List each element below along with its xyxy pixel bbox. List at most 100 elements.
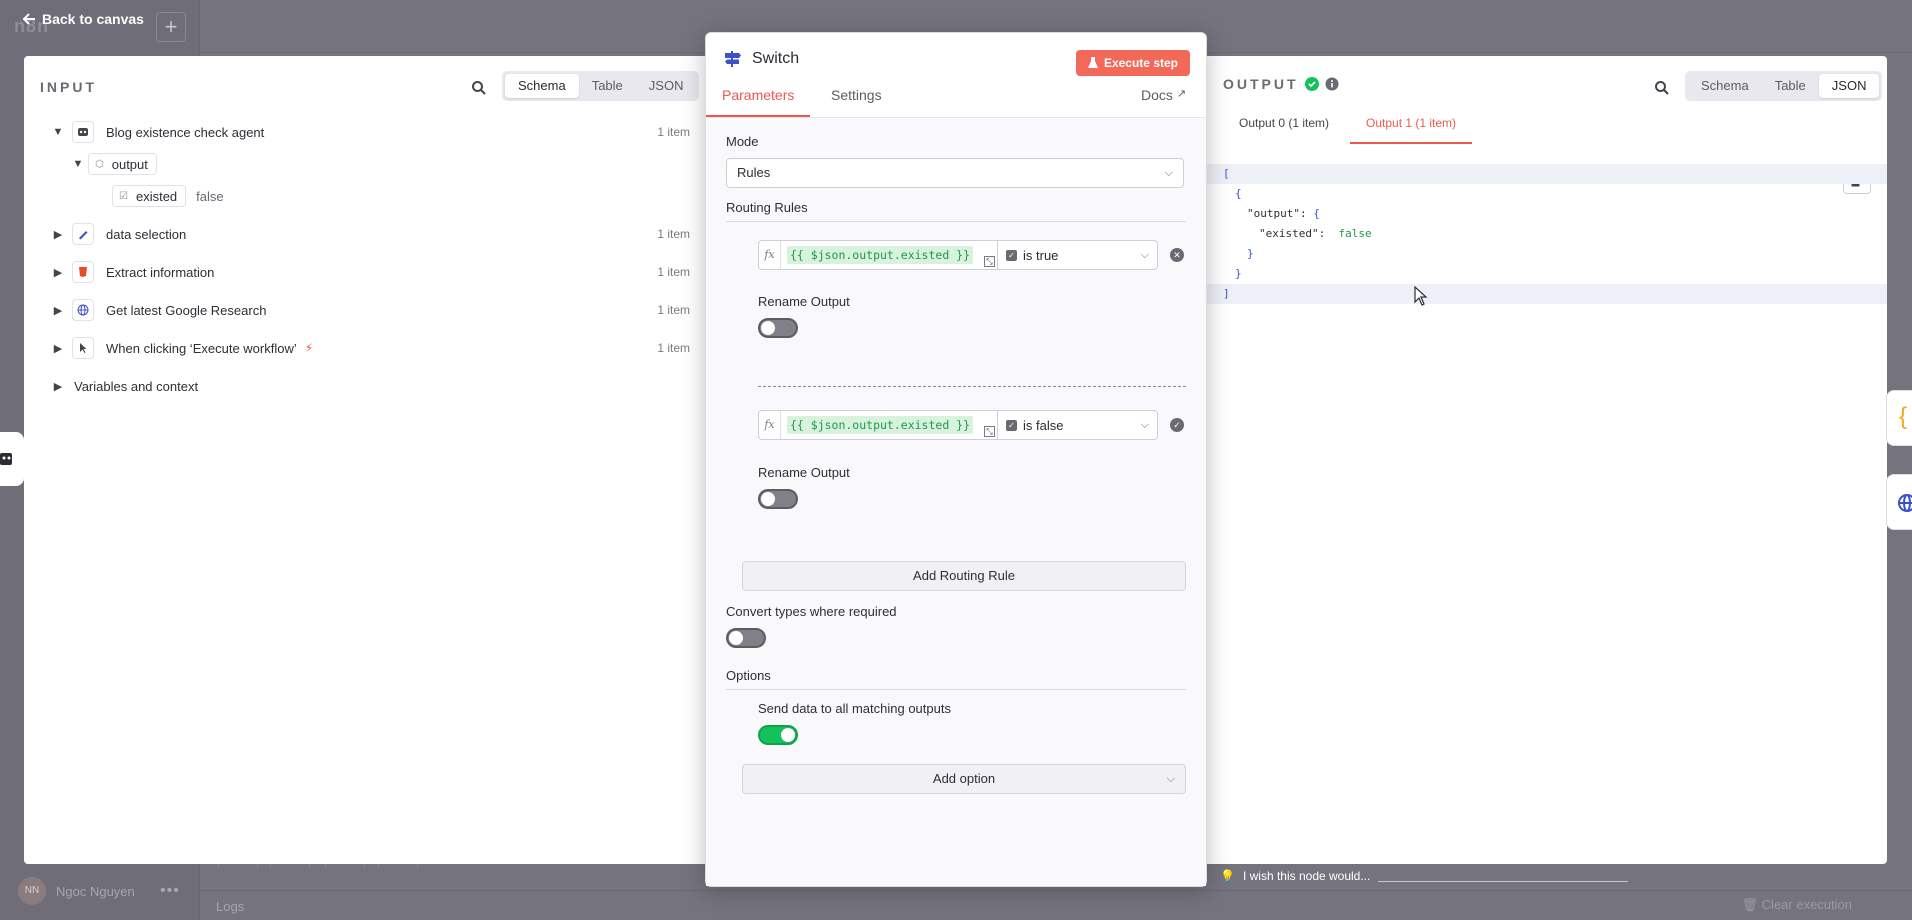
remove-rule-icon[interactable]: ✕ <box>1170 248 1184 262</box>
schema-node[interactable]: ▶ When clicking ‘Execute workflow’ ⚡ 1 i… <box>48 334 690 362</box>
json-value: false <box>1338 227 1372 240</box>
info-icon[interactable] <box>1325 77 1339 91</box>
user-menu[interactable]: NN Ngoc Nguyen <box>18 877 135 905</box>
schema-node[interactable]: ▶ data selection 1 item <box>48 220 690 248</box>
chevron-right-icon[interactable]: ▶ <box>48 228 68 241</box>
input-view-schema[interactable]: Schema <box>505 74 579 98</box>
logs-label: Logs <box>216 899 245 914</box>
node-header: Switch Execute step Parameters Settings … <box>706 33 1206 117</box>
rule-divider <box>758 386 1186 387</box>
field-pill[interactable]: ☑ existed <box>112 185 187 207</box>
tab-output-1[interactable]: Output 1 (1 item) <box>1350 116 1473 144</box>
field-value: false <box>196 188 224 204</box>
logs-bar[interactable]: Logs <box>200 890 1912 920</box>
item-count: 1 item <box>657 341 690 355</box>
routing-rule: fx {{ $json.output.existed }} ⤡ ✓ is fal… <box>758 410 1164 440</box>
condition-select[interactable]: ✓ is false ⌵ <box>998 410 1158 440</box>
convert-types-toggle[interactable] <box>726 628 766 648</box>
schema-node[interactable]: ▼ Blog existence check agent 1 item <box>48 118 690 146</box>
field-pill[interactable]: ⬡ output <box>88 153 157 175</box>
tab-settings[interactable]: Settings <box>831 87 882 117</box>
boolean-icon: ✓ <box>1006 419 1017 431</box>
schema-field[interactable]: ▼ ⬡ output <box>68 150 690 178</box>
tab-output-0[interactable]: Output 0 (1 item) <box>1239 116 1329 144</box>
add-workflow-button[interactable]: + <box>156 12 186 42</box>
success-check-icon <box>1304 77 1319 91</box>
json-key: "existed" <box>1259 227 1319 240</box>
condition-value: is true <box>1023 247 1059 263</box>
search-icon[interactable] <box>1654 80 1670 96</box>
search-icon[interactable] <box>471 80 487 96</box>
parameters-body: Mode Rules ⌵ Routing Rules fx {{ $json.o… <box>706 117 1206 886</box>
json-line: ] <box>1205 284 1887 304</box>
robot-icon <box>72 121 94 143</box>
expression-tab[interactable]: { <box>1886 390 1912 446</box>
rule-check-icon[interactable]: ✓ <box>1170 418 1184 432</box>
lightning-icon: ⚡ <box>304 341 314 355</box>
rename-output-toggle[interactable] <box>758 489 798 509</box>
input-panel: INPUT Schema Table JSON ▼ Blog existence… <box>24 56 706 864</box>
tab-parameters[interactable]: Parameters <box>706 87 811 117</box>
output-view-json[interactable]: JSON <box>1818 74 1880 98</box>
chevron-right-icon[interactable]: ▶ <box>48 266 68 279</box>
rename-output-toggle[interactable] <box>758 318 798 338</box>
output-view-schema[interactable]: Schema <box>1688 74 1762 98</box>
chevron-right-icon[interactable]: ▶ <box>48 380 68 393</box>
mode-value: Rules <box>737 165 771 180</box>
clear-execution-label: Clear execution <box>1761 897 1852 912</box>
switch-signpost-icon <box>725 51 741 67</box>
node-name: Blog existence check agent <box>106 124 265 140</box>
chevron-right-icon[interactable]: ▶ <box>48 304 68 317</box>
schema-node[interactable]: ▶ Get latest Google Research 1 item <box>48 296 690 324</box>
pencil-icon <box>72 223 94 245</box>
output-view-table[interactable]: Table <box>1762 74 1819 98</box>
fx-icon: fx <box>759 241 781 269</box>
user-name: Ngoc Nguyen <box>56 883 135 899</box>
expand-icon[interactable]: ⤡ <box>984 426 995 437</box>
chevron-down-icon: ⌵ <box>1166 773 1175 785</box>
docs-label: Docs <box>1141 87 1173 103</box>
routing-rule: fx {{ $json.output.existed }} ⤡ ✓ is tru… <box>758 240 1164 270</box>
feedback-prompt[interactable]: 💡 I wish this node would... <box>1220 869 1370 883</box>
flask-icon <box>1087 57 1098 68</box>
expression-input[interactable]: fx {{ $json.output.existed }} ⤡ <box>758 410 998 440</box>
mode-label: Mode <box>726 134 759 149</box>
node-title-text[interactable]: Switch <box>752 50 799 68</box>
node-name: Extract information <box>106 264 215 280</box>
chevron-down-icon: ⌵ <box>1140 248 1149 261</box>
field-name: output <box>111 156 148 172</box>
clear-execution-button[interactable]: 🗑 Clear execution <box>1742 897 1852 913</box>
globe-icon <box>1898 494 1912 512</box>
condition-select[interactable]: ✓ is true ⌵ <box>998 240 1158 270</box>
more-options-icon[interactable]: ••• <box>160 882 180 900</box>
chevron-down-icon[interactable]: ▼ <box>68 158 88 170</box>
variables-context-node[interactable]: ▶ Variables and context <box>48 372 690 400</box>
json-line: "output": { <box>1247 207 1320 220</box>
braces-icon: { <box>1899 403 1908 430</box>
expression-value: {{ $json.output.existed }} <box>787 246 974 264</box>
add-option-button[interactable]: Add option ⌵ <box>742 764 1186 794</box>
docs-link[interactable]: Docs ↗ <box>1141 87 1186 117</box>
back-to-canvas-link[interactable]: Back to canvas <box>22 11 144 27</box>
input-view-json[interactable]: JSON <box>636 74 697 98</box>
schema-node[interactable]: ▶ Extract information 1 item <box>48 258 690 286</box>
object-icon: ⬡ <box>95 158 104 170</box>
mode-select[interactable]: Rules ⌵ <box>726 158 1184 188</box>
input-view-table[interactable]: Table <box>579 74 636 98</box>
chevron-down-icon[interactable]: ▼ <box>48 126 68 138</box>
http-tab[interactable] <box>1886 474 1912 530</box>
send-all-outputs-toggle[interactable] <box>758 725 798 745</box>
options-header: Options <box>726 668 1186 690</box>
trash-icon: 🗑 <box>1741 897 1759 912</box>
expression-input[interactable]: fx {{ $json.output.existed }} ⤡ <box>758 240 998 270</box>
ai-assistant-tab[interactable] <box>0 432 24 486</box>
schema-field[interactable]: ☑ existed false <box>112 182 690 210</box>
add-routing-rule-button[interactable]: Add Routing Rule <box>742 561 1186 591</box>
item-count: 1 item <box>657 125 690 139</box>
expand-icon[interactable]: ⤡ <box>984 256 995 267</box>
chevron-right-icon[interactable]: ▶ <box>48 342 68 355</box>
json-key: "output" <box>1247 207 1300 220</box>
execute-step-button[interactable]: Execute step <box>1075 50 1190 76</box>
input-view-switch: Schema Table JSON <box>502 71 700 101</box>
output-panel: OUTPUT Schema Table JSON Output 0 (1 ite… <box>1205 56 1887 864</box>
